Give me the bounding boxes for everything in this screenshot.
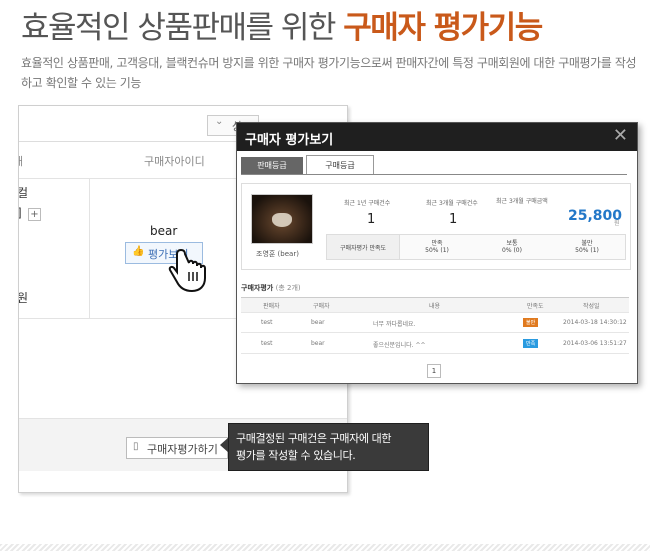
column-header-date: 작성일 (583, 303, 600, 310)
row-date: 2014-03-18 14:30:12 (563, 319, 627, 326)
satisfaction-value: 50% (1) (575, 247, 599, 254)
row-buyer: bear (311, 319, 325, 326)
evaluate-buyer-button[interactable]: ▯ 구매자평가하기 (126, 437, 228, 459)
rating-badge-dissatisfied: 불만 (523, 318, 539, 327)
stat-label-3month-amount: 최근 3개월 구매금액 (496, 198, 548, 205)
column-header-content: 내용 (429, 303, 441, 310)
popup-header: 구매자 평가보기 ✕ (237, 123, 637, 151)
buyer-evaluation-popup: 구매자 평가보기 ✕ 판매등급 구매등급 조영훈 (bear) 최근 1년 구매… (236, 122, 638, 384)
tooltip-line-2: 평가를 작성할 수 있습니다. (236, 449, 356, 462)
column-header-seller: 판매자 (263, 303, 280, 310)
satisfaction-cell: 보통 0% (0) (475, 235, 549, 259)
rating-badge-satisfied: 만족 (523, 339, 539, 348)
tab-underline (241, 174, 627, 175)
buyer-profile-name: 조영훈 (bear) (256, 250, 299, 258)
thumbs-up-icon: 👍 (132, 246, 145, 257)
page-title-highlight: 구매자 평가기능 (343, 10, 543, 46)
satisfaction-name: 보통 (506, 240, 518, 247)
evaluation-count: (총 2개) (275, 284, 301, 292)
column-header-buyer: 구매자 (313, 303, 330, 310)
stat-label-1year: 최근 1년 구매건수 (344, 200, 391, 207)
close-icon[interactable]: ✕ (613, 125, 628, 146)
tab-buyer-grade[interactable]: 구매등급 (306, 155, 374, 175)
satisfaction-name: 만족 (431, 240, 443, 247)
cell-fragment: 원 (18, 291, 29, 305)
pagination-page-1[interactable]: 1 (427, 364, 441, 378)
row-date: 2014-03-06 13:51:27 (563, 340, 627, 347)
page-description: 효율적인 상품판매, 고객응대, 블랙컨슈머 방지를 위한 구매자 평가기능으로… (21, 56, 637, 90)
satisfaction-name: 불만 (581, 240, 593, 247)
column-header-status: 태 (19, 153, 23, 169)
tab-seller-grade[interactable]: 판매등급 (241, 157, 303, 174)
satisfaction-value: 0% (0) (502, 247, 522, 254)
page-title-plain: 효율적인 상품판매를 위한 (21, 10, 344, 46)
row-content: 좋으신분입니다. ^^ (373, 342, 426, 349)
expand-plus-icon[interactable]: + (28, 208, 41, 221)
buyer-avatar (251, 194, 313, 244)
page-title: 효율적인 상품판매를 위한 구매자 평가기능 (21, 2, 543, 47)
document-icon: ▯ (133, 441, 139, 452)
hand-cursor-icon (168, 248, 206, 293)
stat-value-1year: 1 (367, 212, 376, 227)
row-buyer: bear (311, 340, 325, 347)
cell-fragment: 컬 (18, 186, 29, 200)
popup-tabs: 판매등급 구매등급 (237, 155, 637, 175)
satisfaction-cell: 만족 50% (1) (400, 235, 474, 259)
buyer-id-value: bear (150, 224, 178, 238)
satisfaction-cell: 불만 50% (1) (550, 235, 624, 259)
evaluation-section-title: 구매자평가 (총 2개) (241, 283, 301, 293)
chevron-down-icon: ⌄ (215, 116, 224, 127)
popup-title: 구매자 평가보기 (245, 133, 334, 148)
satisfaction-label-cell: 구매자평가 만족도 (327, 235, 400, 259)
column-divider (89, 178, 90, 318)
currency-unit: 원 (614, 220, 620, 227)
row-seller: test (261, 340, 273, 347)
satisfaction-table: 구매자평가 만족도 만족 50% (1) 보통 0% (0) 불만 50% (1… (326, 234, 626, 260)
tooltip-line-1: 구매결정된 구매건은 구매자에 대한 (236, 432, 392, 445)
evaluation-tooltip: 구매결정된 구매건은 구매자에 대한 평가를 작성할 수 있습니다. (228, 423, 429, 471)
table-row: test bear 좋으신분입니다. ^^ 만족 2014-03-06 13:5… (241, 333, 629, 354)
evaluation-title: 구매자평가 (241, 284, 274, 292)
bottom-divider (0, 544, 650, 551)
column-header-buyer-id: 구매자아이디 (144, 155, 205, 168)
row-content: 너무 까다롭네요. (373, 321, 416, 328)
satisfaction-label: 구매자평가 만족도 (339, 245, 387, 252)
buyer-stats-box: 조영훈 (bear) 최근 1년 구매건수 1 최근 3개월 구매건수 1 최근… (241, 183, 631, 270)
satisfaction-value: 50% (1) (425, 247, 449, 254)
table-row: test bear 너무 까다롭네요. 불만 2014-03-18 14:30:… (241, 312, 629, 333)
cell-fragment: ] (19, 206, 22, 220)
row-seller: test (261, 319, 273, 326)
stat-label-3month-count: 최근 3개월 구매건수 (426, 200, 478, 207)
evaluate-buyer-label: 구매자평가하기 (147, 443, 218, 456)
stat-value-3month-count: 1 (449, 212, 458, 227)
column-header-rating: 만족도 (527, 303, 544, 310)
evaluation-table-header: 판매자 구매자 내용 만족도 작성일 (241, 297, 629, 313)
